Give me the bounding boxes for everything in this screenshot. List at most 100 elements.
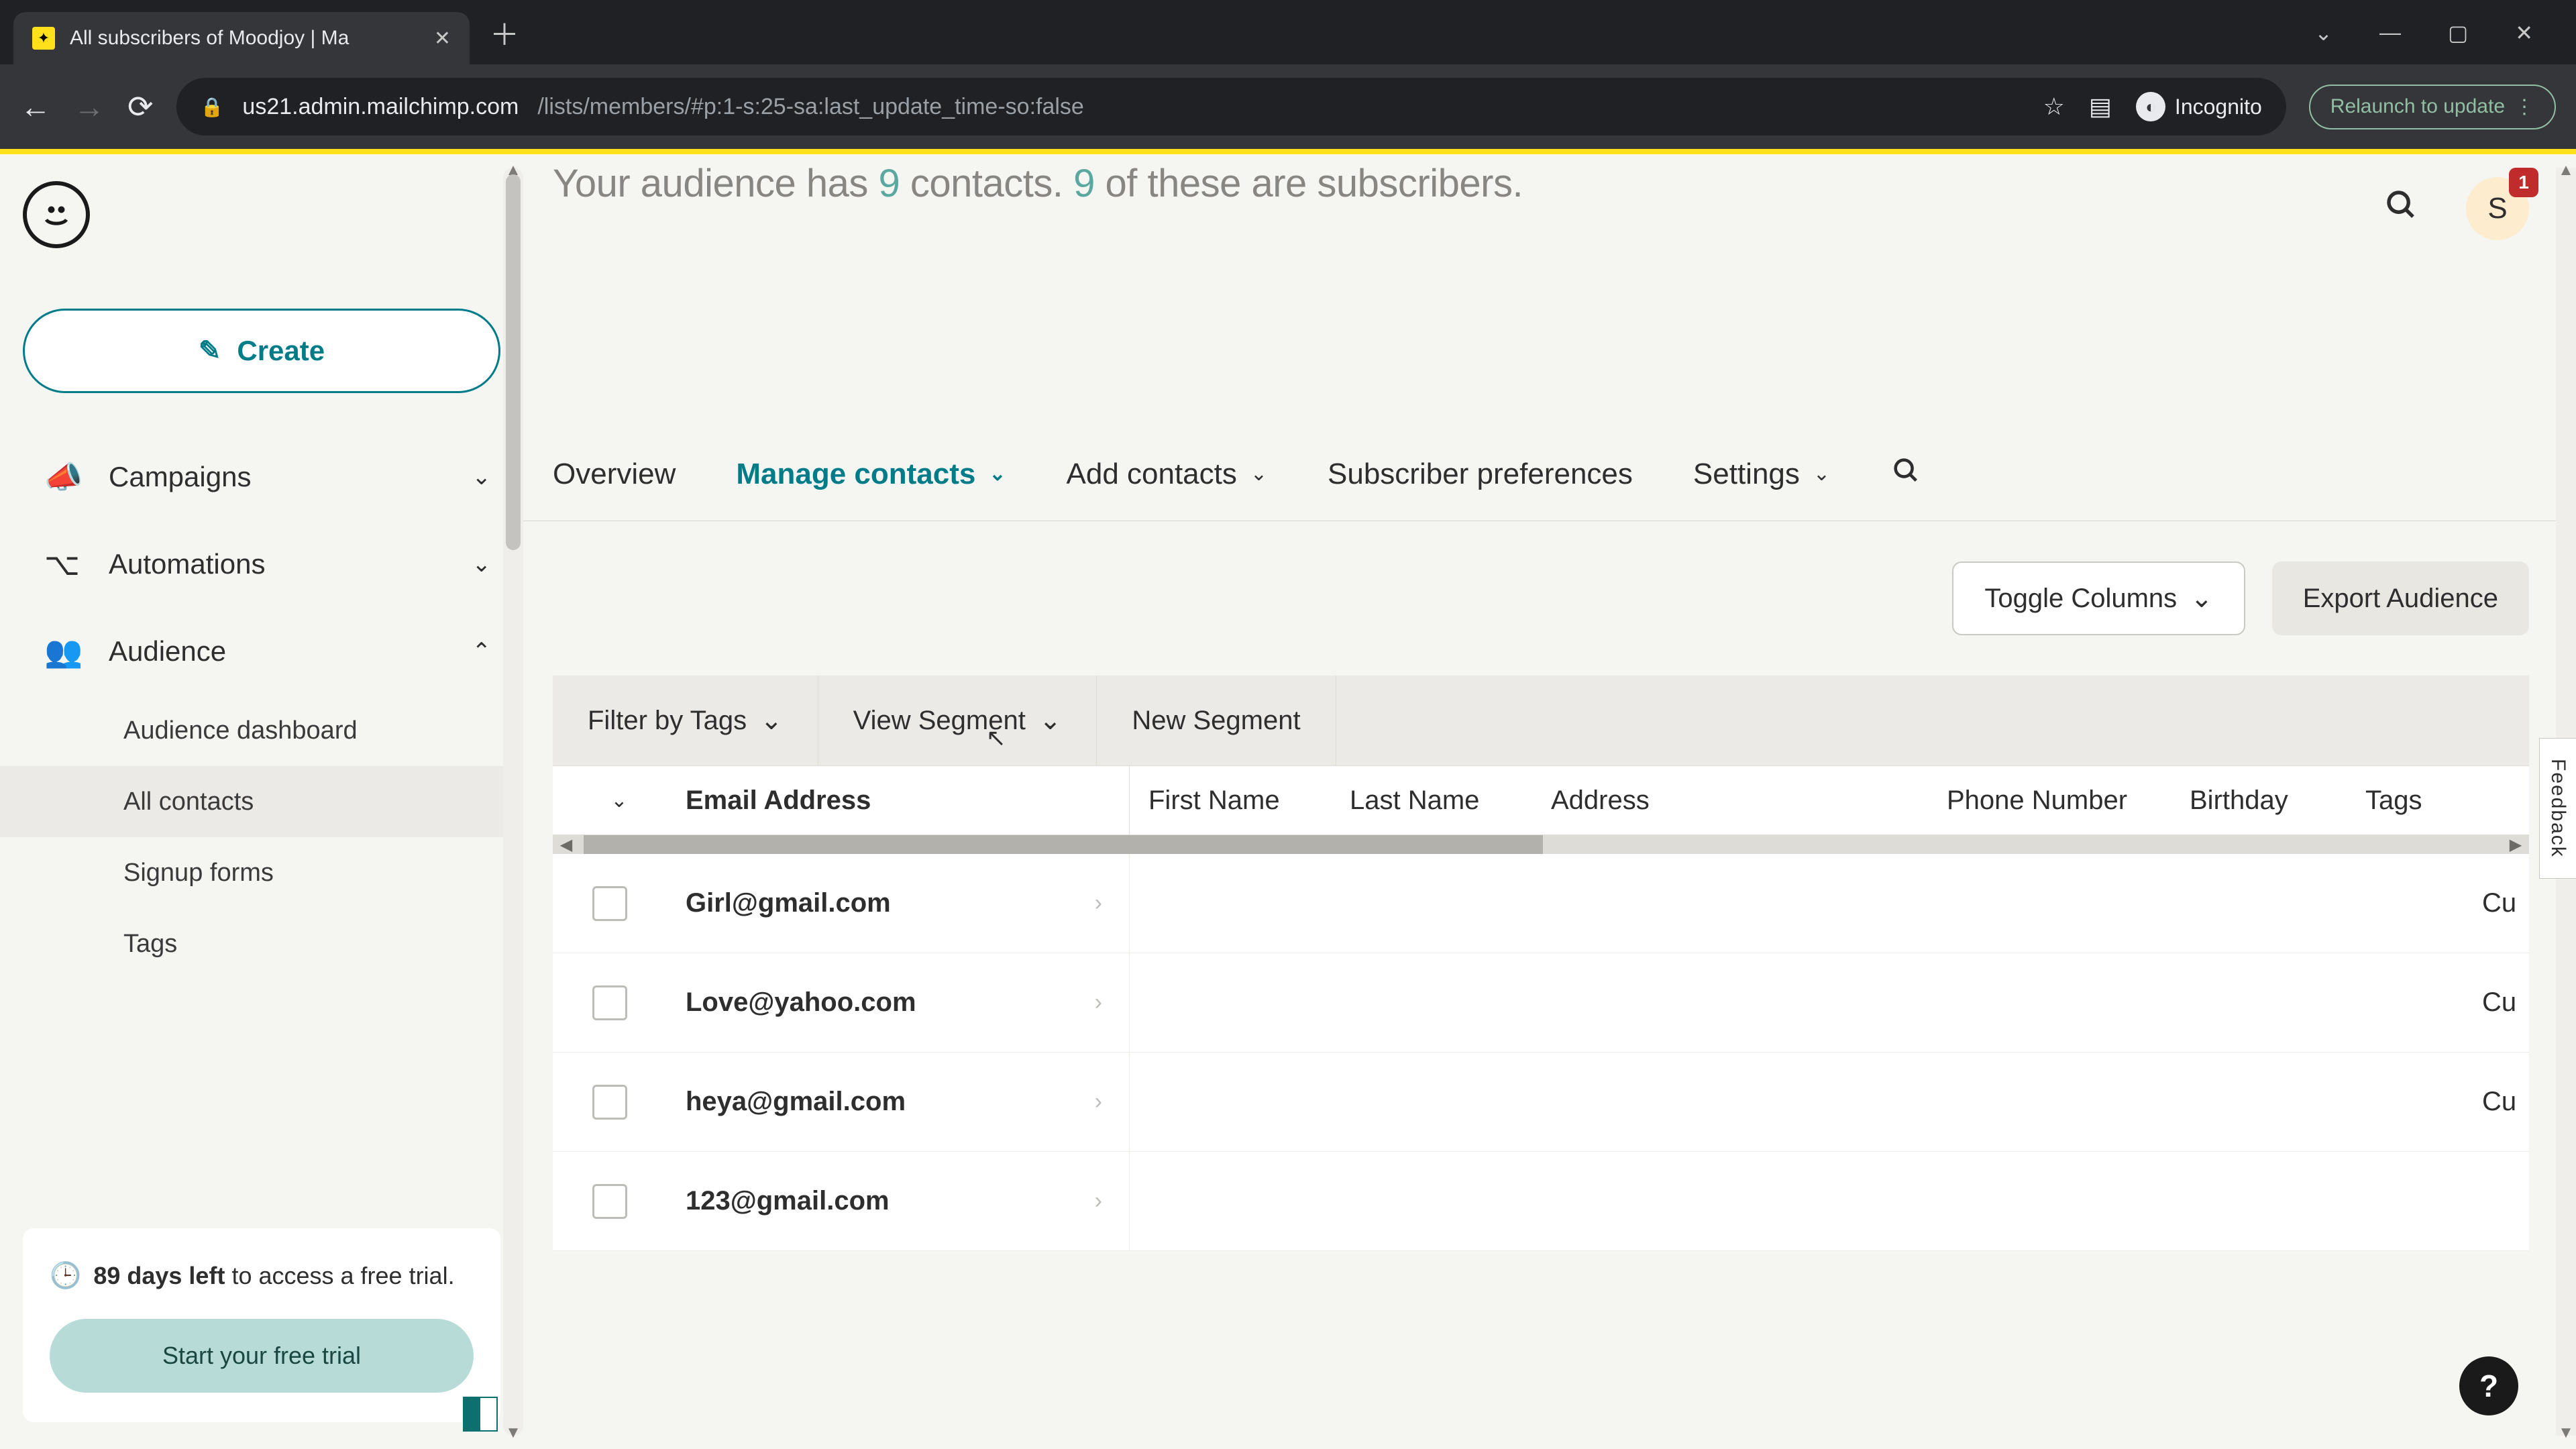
branches-icon: ⌥: [44, 546, 82, 582]
scroll-right-icon[interactable]: ▶: [2502, 835, 2529, 854]
new-segment[interactable]: New Segment: [1097, 676, 1336, 765]
trial-card: 🕒 89 days left to access a free trial. St…: [23, 1228, 500, 1422]
table-row[interactable]: 123@gmail.com ›: [553, 1152, 2529, 1251]
panel-icon[interactable]: ▤: [2089, 93, 2112, 121]
contacts-table: ⌄ Email Address First Name Last Name Add…: [553, 765, 2529, 1251]
filter-row: Filter by Tags ⌄ View Segment ⌄ ↖ New Se…: [553, 676, 2529, 765]
scroll-left-icon[interactable]: ◀: [553, 835, 580, 854]
filter-by-tags[interactable]: Filter by Tags ⌄: [553, 676, 818, 765]
table-row[interactable]: Love@yahoo.com › Cu: [553, 953, 2529, 1053]
row-email-cell[interactable]: Love@yahoo.com ›: [667, 953, 1130, 1052]
global-search-icon[interactable]: [2383, 186, 2419, 231]
top-right-icons: S 1: [2383, 177, 2529, 240]
view-segment[interactable]: View Segment ⌄ ↖: [818, 676, 1097, 765]
scroll-down-icon[interactable]: ▼: [503, 1424, 523, 1442]
sidebar-label: Automations: [109, 548, 265, 580]
chevron-down-icon: ⌄: [989, 462, 1006, 486]
close-tab-icon[interactable]: ✕: [434, 27, 451, 50]
start-trial-button[interactable]: Start your free trial: [50, 1319, 474, 1393]
tab-overview[interactable]: Overview: [553, 458, 676, 491]
subscribers-count: 9: [1073, 162, 1095, 205]
row-checkbox[interactable]: [592, 1184, 627, 1219]
avatar-initial: S: [2487, 192, 2507, 225]
relaunch-button[interactable]: Relaunch to update ⋮: [2309, 85, 2556, 129]
url-path: /lists/members/#p:1-s:25-sa:last_update_…: [537, 94, 1083, 120]
export-audience-button[interactable]: Export Audience: [2272, 561, 2529, 635]
col-address[interactable]: Address: [1532, 786, 1928, 816]
reload-icon[interactable]: ⟳: [127, 89, 154, 125]
tab-settings[interactable]: Settings ⌄: [1693, 458, 1830, 491]
select-all-header[interactable]: ⌄: [553, 789, 667, 812]
main: ▲ ▼ S 1 Your audience has 9 contacts. 9 …: [523, 154, 2576, 1449]
sidebar-item-automations[interactable]: ⌥ Automations ⌄: [0, 521, 523, 608]
new-tab-button[interactable]: ＋: [490, 11, 519, 54]
incognito-chip[interactable]: ◐ Incognito: [2136, 92, 2262, 121]
clock-icon: 🕒: [50, 1262, 81, 1290]
sidebar-item-audience[interactable]: 👥 Audience ⌃: [0, 608, 523, 695]
tab-add-contacts[interactable]: Add contacts ⌄: [1067, 458, 1268, 491]
back-icon[interactable]: ←: [20, 89, 51, 125]
tab-label: Settings: [1693, 458, 1800, 491]
window-controls: ⌄ — ▢ ✕: [2314, 20, 2533, 46]
row-email-cell[interactable]: heya@gmail.com ›: [667, 1053, 1130, 1151]
chevron-down-icon: ⌄: [610, 789, 627, 812]
row-email: 123@gmail.com: [686, 1186, 890, 1216]
create-button[interactable]: ✎ Create: [23, 309, 500, 393]
tab-search-icon[interactable]: [1890, 455, 1921, 493]
row-email-cell[interactable]: Girl@gmail.com ›: [667, 854, 1130, 953]
row-checkbox[interactable]: [592, 985, 627, 1020]
table-h-scrollbar[interactable]: ◀ ▶: [553, 835, 2529, 854]
row-checkbox[interactable]: [592, 1085, 627, 1120]
sidebar-scroll-thumb[interactable]: [506, 174, 521, 550]
sidebar-item-campaigns[interactable]: 📣 Campaigns ⌄: [0, 433, 523, 521]
people-icon: 👥: [44, 633, 82, 670]
trial-days: 89 days left: [93, 1262, 225, 1289]
table-row[interactable]: Girl@gmail.com › Cu: [553, 854, 2529, 953]
audience-headline: Your audience has 9 contacts. 9 of these…: [523, 154, 2576, 206]
sidebar-scrollbar[interactable]: ▲ ▼: [503, 168, 523, 1436]
sidebar-label: Campaigns: [109, 461, 251, 493]
subnav-all-contacts[interactable]: All contacts: [0, 766, 523, 837]
tab-title: All subscribers of Moodjoy | Ma: [70, 27, 419, 50]
url-field[interactable]: 🔒 us21.admin.mailchimp.com/lists/members…: [176, 78, 2286, 136]
tab-manage-contacts[interactable]: Manage contacts ⌄: [736, 458, 1006, 491]
address-bar: ← → ⟳ 🔒 us21.admin.mailchimp.com/lists/m…: [0, 64, 2576, 149]
trial-rest: to access a free trial.: [225, 1262, 454, 1289]
subnav-audience-dashboard[interactable]: Audience dashboard: [123, 695, 523, 766]
maximize-icon[interactable]: ▢: [2448, 20, 2468, 46]
col-email[interactable]: Email Address: [667, 766, 1130, 835]
toggle-columns-button[interactable]: Toggle Columns ⌄: [1952, 561, 2245, 635]
sidebar-label: Audience: [109, 635, 226, 667]
feedback-tab[interactable]: Feedback: [2539, 738, 2576, 879]
close-window-icon[interactable]: ✕: [2515, 20, 2533, 46]
trial-text: 🕒 89 days left to access a free trial.: [50, 1258, 474, 1295]
browser-tab[interactable]: ✦ All subscribers of Moodjoy | Ma ✕: [13, 12, 470, 64]
row-checkbox[interactable]: [592, 886, 627, 921]
scroll-down-icon[interactable]: ▼: [2556, 1424, 2576, 1442]
help-fab[interactable]: ?: [2459, 1356, 2518, 1415]
tab-overview-icon[interactable]: ⌄: [2314, 20, 2332, 46]
col-first-name[interactable]: First Name: [1130, 786, 1331, 816]
minimize-icon[interactable]: —: [2379, 20, 2401, 46]
subnav-tags[interactable]: Tags: [123, 908, 523, 979]
mailchimp-logo-icon[interactable]: [23, 181, 90, 248]
row-email: Girl@gmail.com: [686, 888, 891, 918]
row-email: Love@yahoo.com: [686, 987, 916, 1018]
tab-subscriber-preferences[interactable]: Subscriber preferences: [1328, 458, 1633, 491]
button-label: Toggle Columns: [1984, 584, 2177, 614]
col-birthday[interactable]: Birthday: [2171, 786, 2347, 816]
subnav-signup-forms[interactable]: Signup forms: [123, 837, 523, 908]
row-email-cell[interactable]: 123@gmail.com ›: [667, 1152, 1130, 1250]
headline-prefix: Your audience has: [553, 162, 878, 205]
app: ▲ ▼ ✎ Create 📣 Campaigns ⌄ ⌥ Automations…: [0, 154, 2576, 1449]
col-last-name[interactable]: Last Name: [1331, 786, 1532, 816]
avatar[interactable]: S 1: [2466, 177, 2529, 240]
table-row[interactable]: heya@gmail.com › Cu: [553, 1053, 2529, 1152]
col-tags[interactable]: Tags: [2347, 786, 2529, 816]
bookmark-icon[interactable]: ☆: [2043, 93, 2065, 121]
h-scroll-thumb[interactable]: [584, 835, 1543, 854]
create-label: Create: [237, 335, 325, 367]
scroll-up-icon[interactable]: ▲: [2556, 161, 2576, 180]
intuit-badge-icon[interactable]: [463, 1397, 498, 1432]
col-phone[interactable]: Phone Number: [1928, 786, 2171, 816]
